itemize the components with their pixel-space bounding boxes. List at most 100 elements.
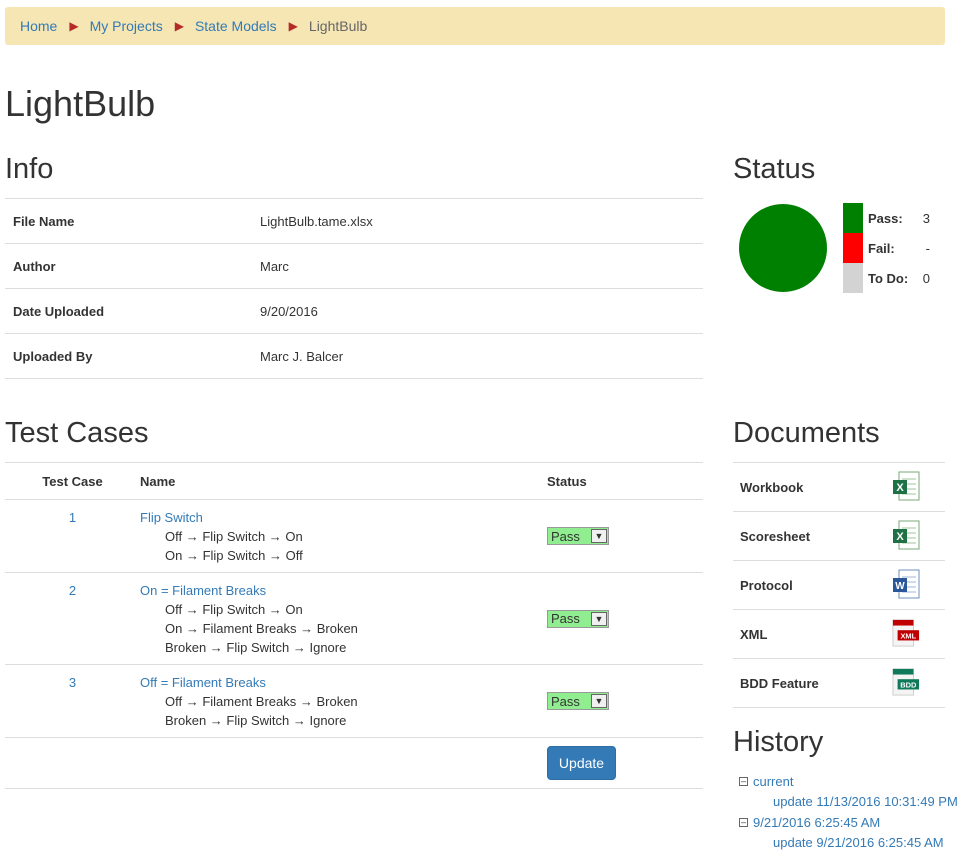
legend-label: Fail: [868,240,895,256]
info-row-date-uploaded: Date Uploaded 9/20/2016 [5,288,703,334]
info-row-author: Author Marc [5,243,703,289]
collapse-icon[interactable]: – [739,817,748,827]
chevron-down-icon: ▼ [591,529,607,543]
info-table: File Name LightBulb.tame.xlsx Author Mar… [5,198,703,379]
test-case-name-link[interactable]: Off = Filament Breaks [140,675,547,690]
info-value: Marc J. Balcer [252,333,703,379]
test-case-number-link[interactable]: 3 [69,675,76,690]
bdd-badge-text: BDD [900,680,917,689]
history-node-link[interactable]: current [753,774,793,789]
status-legend: Pass: 3 Fail: - To Do: 0 [843,203,930,293]
chevron-down-icon: ▼ [591,694,607,708]
page-title: LightBulb [5,83,156,124]
legend-pass: Pass: 3 [843,203,930,233]
document-label: Protocol [733,560,885,610]
table-row: 1 Flip Switch Off → Flip Switch → On On … [5,499,703,573]
history-node: – current [739,771,958,791]
breadcrumb-state-models[interactable]: State Models [195,18,277,34]
info-value: 9/20/2016 [252,288,703,334]
legend-fail: Fail: - [843,233,930,263]
status-select-value: Pass [551,611,580,626]
test-step: Broken → Flip Switch → Ignore [165,713,347,728]
documents-table: Workbook X Scoresheet X Protocol W XML X… [733,462,945,708]
breadcrumb-separator-icon: ▶ [174,19,184,33]
update-row: Update [5,737,703,789]
breadcrumb-my-projects[interactable]: My Projects [90,18,163,34]
status-select-value: Pass [551,693,580,709]
svg-text:W: W [895,581,905,592]
legend-swatch-pass [843,203,863,233]
document-label: BDD Feature [733,658,885,708]
breadcrumb-separator-icon: ▶ [69,19,79,33]
history-child: update 11/13/2016 10:31:49 PM [739,791,958,812]
xml-icon[interactable]: XML [892,618,920,648]
status-select[interactable]: Pass ▼ [547,692,609,710]
document-row: Workbook X [733,462,945,512]
document-row: Scoresheet X [733,511,945,561]
document-label: XML [733,609,885,659]
documents-heading: Documents [733,417,880,449]
update-button[interactable]: Update [547,746,616,780]
breadcrumb-current: LightBulb [308,18,368,34]
legend-label: To Do: [868,270,909,286]
test-step: Broken → Flip Switch → Ignore [165,640,347,655]
history-child-link[interactable]: update 9/21/2016 6:25:45 AM [773,835,944,850]
status-select-value: Pass [551,528,580,544]
test-step: Off → Flip Switch → On [165,602,303,617]
test-case-name-link[interactable]: Flip Switch [140,510,547,525]
excel-icon[interactable]: X [892,520,920,550]
legend-swatch-fail [843,233,863,263]
breadcrumb: Home ▶ My Projects ▶ State Models ▶ Ligh… [5,7,945,45]
history-child-link[interactable]: update 11/13/2016 10:31:49 PM [773,794,958,809]
history-node-link[interactable]: 9/21/2016 6:25:45 AM [753,815,880,830]
test-step: Off → Flip Switch → On [165,529,303,544]
document-row: BDD Feature BDD [733,658,945,708]
history-child: update 9/21/2016 6:25:45 AM [739,832,958,853]
document-label: Scoresheet [733,511,885,561]
document-label: Workbook [733,462,885,512]
test-cases-table: Test Case Name Status 1 Flip Switch Off … [5,462,703,789]
svg-text:X: X [896,531,904,543]
test-case-name-link[interactable]: On = Filament Breaks [140,583,547,598]
info-row-uploaded-by: Uploaded By Marc J. Balcer [5,333,703,379]
history-tree: – current update 11/13/2016 10:31:49 PM … [739,771,958,853]
legend-todo: To Do: 0 [843,263,930,293]
table-row: 2 On = Filament Breaks Off → Flip Switch… [5,572,703,665]
legend-value: 0 [922,270,930,286]
word-icon[interactable]: W [892,569,920,599]
table-header-row: Test Case Name Status [5,462,703,500]
legend-value: - [925,240,930,256]
document-row: Protocol W [733,560,945,610]
test-step: On → Flip Switch → Off [165,548,303,563]
history-heading: History [733,726,824,758]
column-header-status: Status [547,462,703,500]
test-step: On → Filament Breaks → Broken [165,621,358,636]
test-case-number-link[interactable]: 1 [69,510,76,525]
info-value: LightBulb.tame.xlsx [252,198,703,244]
status-select[interactable]: Pass ▼ [547,609,609,628]
document-row: XML XML [733,609,945,659]
svg-text:X: X [896,482,904,494]
test-cases-heading: Test Cases [5,417,149,449]
test-step: Off → Filament Breaks → Broken [165,694,358,709]
chevron-down-icon: ▼ [591,611,607,626]
legend-value: 3 [922,210,930,226]
collapse-icon[interactable]: – [739,776,748,786]
status-select[interactable]: Pass ▼ [547,527,609,545]
column-header-name: Name [140,462,547,500]
table-row: 3 Off = Filament Breaks Off → Filament B… [5,664,703,738]
status-pie-chart [739,204,827,292]
info-heading: Info [5,153,54,185]
info-label: Date Uploaded [5,288,252,334]
legend-label: Pass: [868,210,903,226]
test-case-number-link[interactable]: 2 [69,583,76,598]
excel-icon[interactable]: X [892,471,920,501]
info-value: Marc [252,243,703,289]
bdd-icon[interactable]: BDD [892,667,920,697]
info-label: Uploaded By [5,333,252,379]
breadcrumb-home[interactable]: Home [20,18,57,34]
info-label: File Name [5,198,252,244]
legend-swatch-todo [843,263,863,293]
status-heading: Status [733,153,816,185]
xml-badge-text: XML [900,631,916,640]
